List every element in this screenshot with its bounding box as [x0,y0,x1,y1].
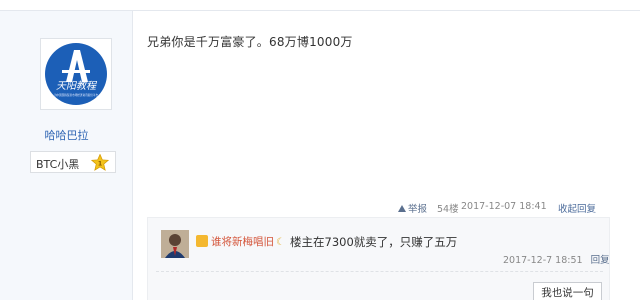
logo-wordmark: 天阳教程 [56,80,98,92]
floor-number: 54楼 [437,204,459,215]
post-timestamp: 2017-12-07 18:41 [461,201,547,212]
avatar[interactable]: 天阳教程 为中国国际贸易市场经济资讯提供平台 [40,38,112,110]
reply-timestamp: 2017-12-7 18:51 [503,255,583,266]
logo-subtext: 为中国国际贸易市场经济资讯提供平台 [54,93,99,97]
star-level-number: 1 [98,161,102,168]
reply-username-link[interactable]: 谁将新梅唱旧 ☾ [196,234,287,249]
person-avatar-icon [161,230,189,258]
report-link[interactable]: 举报 [398,201,427,215]
author-username[interactable]: 哈哈巴拉 [0,127,133,143]
report-label: 举报 [408,204,428,215]
warning-icon [398,205,406,212]
member-level-icon [196,235,208,247]
post-content: 兄弟你是千万富豪了。68万博1000万 [147,35,353,49]
reply-content: 楼主在7300就卖了，只赚了五万 [290,235,458,249]
reply-thread: 谁将新梅唱旧 ☾ 楼主在7300就卖了，只赚了五万 2017-12-7 18:51… [147,217,610,300]
reply-divider [156,271,603,272]
author-sidebar: 天阳教程 为中国国际贸易市场经济资讯提供平台 哈哈巴拉 BTC小黑 1 [0,11,133,300]
star-level-icon: 1 [91,154,109,171]
reply-link[interactable]: 回复 [591,255,610,266]
post-frame: 天阳教程 为中国国际贸易市场经济资讯提供平台 哈哈巴拉 BTC小黑 1 兄弟你是… [0,0,640,300]
member-tag[interactable]: BTC小黑 1 [30,151,116,173]
reply-meta: 2017-12-7 18:51 回复 [503,252,610,266]
reply-username: 谁将新梅唱旧 [211,236,274,248]
moon-icon: ☾ [276,237,285,248]
collapse-replies-link[interactable]: 收起回复 [558,201,596,215]
add-comment-button[interactable]: 我也说一句 [533,282,602,300]
brand-logo-icon: 天阳教程 为中国国际贸易市场经济资讯提供平台 [45,43,107,105]
reply-avatar[interactable] [161,230,189,258]
member-tag-label: BTC小黑 [36,158,80,171]
